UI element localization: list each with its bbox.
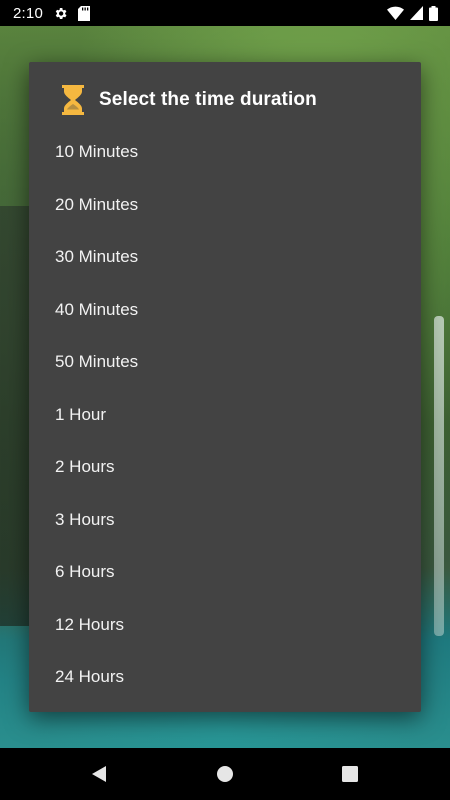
hourglass-icon (62, 85, 84, 115)
status-right (387, 5, 438, 21)
gear-icon (53, 6, 68, 21)
option-6-hours[interactable]: 6 Hours (29, 546, 421, 599)
option-30-minutes[interactable]: 30 Minutes (29, 231, 421, 284)
wallpaper-rock (0, 206, 30, 626)
home-icon[interactable] (215, 764, 235, 784)
time-duration-dialog: Select the time duration 10 Minutes 20 M… (29, 62, 421, 712)
option-2-hours[interactable]: 2 Hours (29, 441, 421, 494)
signal-icon (410, 6, 423, 20)
option-3-hours[interactable]: 3 Hours (29, 494, 421, 547)
status-time: 2:10 (13, 4, 43, 22)
status-left: 2:10 (13, 5, 90, 22)
duration-options-list: 10 Minutes 20 Minutes 30 Minutes 40 Minu… (29, 126, 421, 704)
dialog-title: Select the time duration (99, 89, 317, 110)
wifi-icon (387, 6, 404, 20)
option-24-hours[interactable]: 24 Hours (29, 651, 421, 704)
option-20-minutes[interactable]: 20 Minutes (29, 179, 421, 232)
option-1-hour[interactable]: 1 Hour (29, 389, 421, 442)
option-40-minutes[interactable]: 40 Minutes (29, 284, 421, 337)
status-bar: 2:10 (0, 0, 450, 26)
option-12-hours[interactable]: 12 Hours (29, 599, 421, 652)
back-icon[interactable] (90, 764, 110, 784)
wallpaper-waterfall (434, 316, 444, 636)
battery-icon (429, 5, 438, 21)
navigation-bar (0, 748, 450, 800)
sd-card-icon (78, 5, 90, 21)
recents-icon[interactable] (340, 764, 360, 784)
option-50-minutes[interactable]: 50 Minutes (29, 336, 421, 389)
option-10-minutes[interactable]: 10 Minutes (29, 126, 421, 179)
